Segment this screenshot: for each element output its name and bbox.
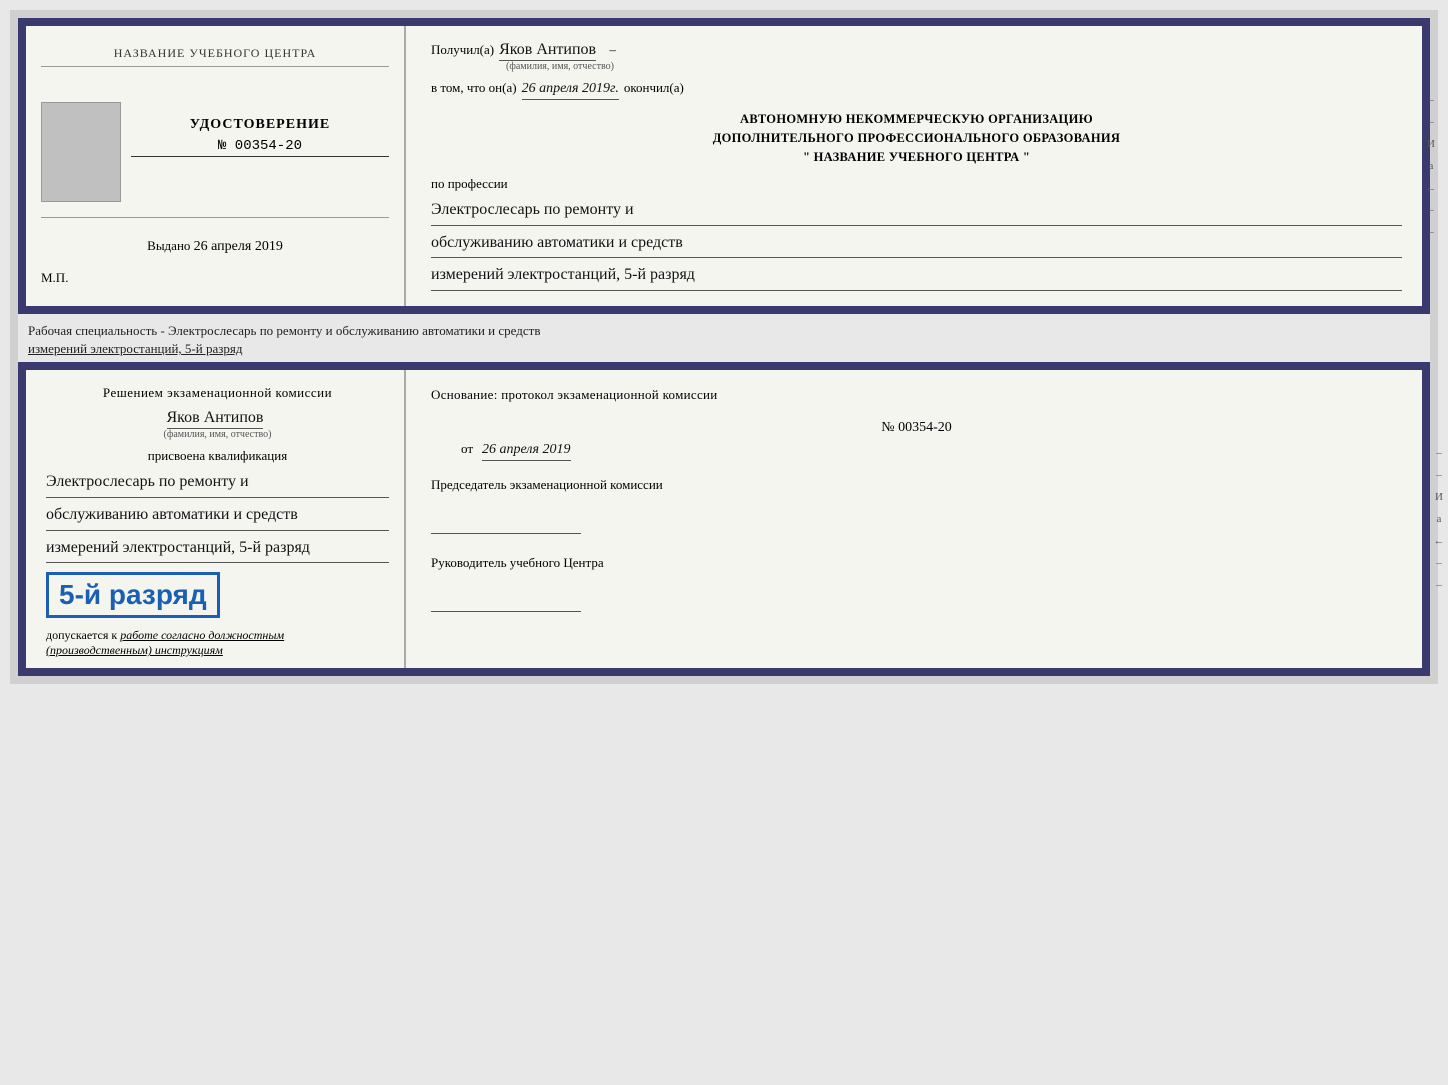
razryad-stamp: 5-й разряд: [46, 572, 220, 618]
middle-text-prefix: Рабочая специальность - Электрослесарь п…: [28, 323, 540, 338]
org-name-top: НАЗВАНИЕ УЧЕБНОГО ЦЕНТРА: [41, 46, 389, 67]
po-professii-label: по профессии: [431, 176, 1402, 192]
dopuskaetsya-label: допускается к: [46, 628, 117, 642]
qual-line3: измерений электростанций, 5-й разряд: [46, 535, 389, 564]
certificate-top: НАЗВАНИЕ УЧЕБНОГО ЦЕНТРА УДОСТОВЕРЕНИЕ №…: [18, 18, 1430, 314]
rukovoditel-title: Руководитель учебного Центра: [431, 554, 1402, 572]
photo-placeholder: [41, 102, 121, 202]
org-line2: ДОПОЛНИТЕЛЬНОГО ПРОФЕССИОНАЛЬНОГО ОБРАЗО…: [431, 129, 1402, 148]
side-b-char-3: И: [1435, 491, 1443, 503]
qual-line1: Электрослесарь по ремонту и: [46, 469, 389, 498]
side-char-1: –: [1428, 94, 1434, 106]
qualification-block: Электрослесарь по ремонту и обслуживанию…: [46, 469, 389, 563]
ot-line: от 26 апреля 2019: [461, 441, 1402, 461]
org-line3: " НАЗВАНИЕ УЧЕБНОГО ЦЕНТРА ": [431, 148, 1402, 167]
fio-hint-bottom: (фамилия, имя, отчество): [46, 429, 389, 440]
predsedatel-title: Председатель экзаменационной комиссии: [431, 476, 1402, 494]
udostoverenie-block: УДОСТОВЕРЕНИЕ № 00354-20: [131, 117, 389, 157]
vudano-label: Выдано: [147, 238, 190, 253]
cert-top-left: НАЗВАНИЕ УЧЕБНОГО ЦЕНТРА УДОСТОВЕРЕНИЕ №…: [26, 26, 406, 306]
profession-block-top: Электрослесарь по ремонту и обслуживанию…: [431, 197, 1402, 291]
recipient-block: Яков Антипов – (фамилия, имя, отчество): [499, 41, 621, 72]
vtom-line: в том, что он(а) 26 апреля 2019г. окончи…: [431, 80, 1402, 100]
fio-hint-top: (фамилия, имя, отчество): [499, 61, 621, 72]
fio-bottom-block: Яков Антипов (фамилия, имя, отчество): [46, 409, 389, 440]
cert-top-right: Получил(а) Яков Антипов – (фамилия, имя,…: [406, 26, 1422, 306]
side-b-char-4: а: [1437, 513, 1442, 525]
ot-date: 26 апреля 2019: [482, 442, 570, 461]
org-block-top: АВТОНОМНУЮ НЕКОММЕРЧЕСКУЮ ОРГАНИЗАЦИЮ ДО…: [431, 110, 1402, 166]
predsedatel-signature: [431, 514, 581, 534]
cert-number-top: № 00354-20: [131, 138, 389, 157]
predsedatel-block: Председатель экзаменационной комиссии: [431, 476, 1402, 534]
side-char-2: –: [1428, 116, 1434, 128]
side-char-4: а: [1429, 160, 1434, 172]
bottom-certificate-wrapper: Решением экзаменационной комиссии Яков А…: [18, 362, 1430, 676]
vtom-label: в том, что он(а): [431, 80, 517, 96]
side-char-7: –: [1428, 226, 1434, 238]
certificate-bottom: Решением экзаменационной комиссии Яков А…: [18, 362, 1430, 676]
osnovanie-label: Основание: протокол экзаменационной коми…: [431, 385, 1402, 405]
fio-name-bottom: Яков Антипов: [167, 409, 264, 429]
side-char-6: –: [1428, 204, 1434, 216]
side-b-char-2: –: [1436, 469, 1442, 481]
side-deco-top: – – И а ← – –: [1422, 26, 1440, 306]
udostoverenie-title: УДОСТОВЕРЕНИЕ: [131, 117, 389, 133]
poluchil-label: Получил(а): [431, 42, 494, 58]
ot-label: от: [461, 441, 473, 457]
recipient-line: Получил(а) Яков Антипов – (фамилия, имя,…: [431, 41, 1402, 72]
side-char-3: И: [1427, 138, 1435, 150]
cert-bottom-right: Основание: протокол экзаменационной коми…: [406, 370, 1422, 668]
profession-line2-top: обслуживанию автоматики и средств: [431, 230, 1402, 259]
profession-line1-top: Электрослесарь по ремонту и: [431, 197, 1402, 226]
org-line1: АВТОНОМНУЮ НЕКОММЕРЧЕСКУЮ ОРГАНИЗАЦИЮ: [431, 110, 1402, 129]
vtom-date: 26 апреля 2019г.: [522, 81, 619, 100]
prisvoena-label: присвоена квалификация: [46, 448, 389, 464]
cert-bottom-left: Решением экзаменационной комиссии Яков А…: [26, 370, 406, 668]
qual-line2: обслуживанию автоматики и средств: [46, 502, 389, 531]
side-char-5: ←: [1426, 182, 1437, 194]
okonchil-label: окончил(а): [624, 80, 684, 96]
rukovoditel-signature: [431, 592, 581, 612]
rukovoditel-block: Руководитель учебного Центра: [431, 554, 1402, 612]
side-b-char-5: ←: [1434, 535, 1445, 547]
vudano-block: Выдано 26 апреля 2019: [147, 238, 283, 255]
protocol-number-bottom: № 00354-20: [431, 420, 1402, 436]
side-b-char-7: –: [1436, 579, 1442, 591]
mp-label: М.П.: [41, 270, 68, 286]
page-wrapper: НАЗВАНИЕ УЧЕБНОГО ЦЕНТРА УДОСТОВЕРЕНИЕ №…: [10, 10, 1438, 684]
vudano-date: 26 апреля 2019: [194, 239, 283, 254]
razryad-stamp-text: 5-й разряд: [59, 579, 207, 610]
side-deco-bottom: – – И а ← – –: [1430, 362, 1448, 676]
dopuskaetsya-block: допускается к работе согласно должностны…: [46, 628, 389, 658]
side-b-char-1: –: [1436, 447, 1442, 459]
recipient-name: Яков Антипов: [499, 41, 596, 61]
middle-text-suffix: измерений электростанций, 5-й разряд: [28, 341, 242, 356]
top-certificate-wrapper: НАЗВАНИЕ УЧЕБНОГО ЦЕНТРА УДОСТОВЕРЕНИЕ №…: [18, 18, 1430, 314]
side-b-char-6: –: [1436, 557, 1442, 569]
middle-text-block: Рабочая специальность - Электрослесарь п…: [18, 314, 1430, 362]
resheniem-title: Решением экзаменационной комиссии: [46, 385, 389, 401]
profession-line3-top: измерений электростанций, 5-й разряд: [431, 262, 1402, 291]
